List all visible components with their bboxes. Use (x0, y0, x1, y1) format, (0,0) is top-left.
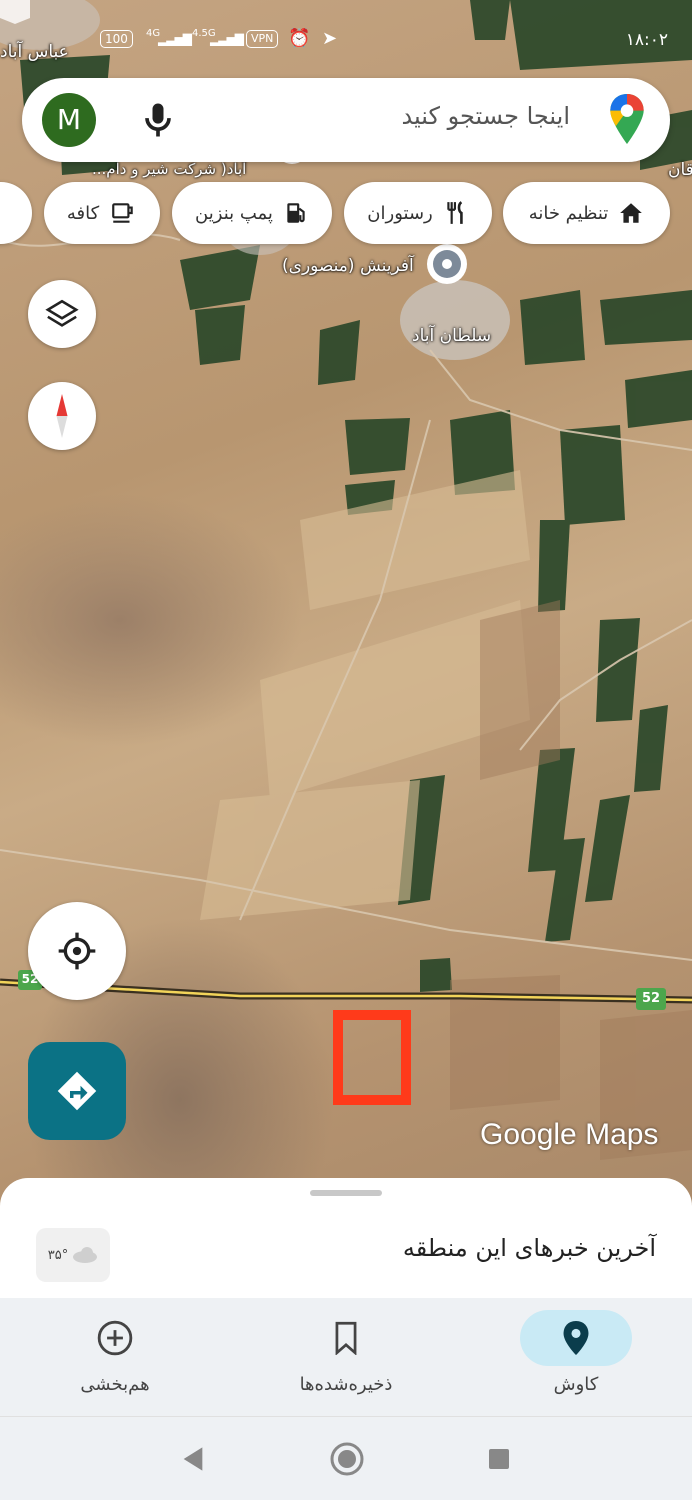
directions-icon (57, 1071, 97, 1111)
search-input[interactable]: اینجا جستجو کنید (401, 102, 570, 130)
gas-pump-icon (287, 203, 305, 223)
nav-explore[interactable]: کاوش (476, 1308, 676, 1408)
nav-contribute-label: هم‌بخشی (80, 1374, 150, 1395)
weather-chip[interactable]: ۳۵° (36, 1228, 110, 1282)
highlight-marker (333, 1010, 411, 1105)
news-title[interactable]: آخرین خبرهای این منطقه (403, 1234, 656, 1262)
chip-cafe[interactable]: کافه (44, 182, 160, 244)
layers-button[interactable] (28, 280, 96, 348)
vpn-badge: VPN (246, 30, 279, 48)
system-navigation-bar (0, 1417, 692, 1500)
map-label-edge: قان (668, 160, 692, 180)
chip-restaurant[interactable]: رستوران (344, 182, 492, 244)
chip-set-home[interactable]: تنظیم خانه (503, 182, 670, 244)
alarm-icon: ⏰ (288, 28, 311, 49)
back-icon[interactable] (180, 1445, 206, 1473)
directions-button[interactable] (28, 1042, 126, 1140)
status-bar: 100 4G ▂▃▅▇ 4.5G ▂▃▅▇ VPN ⏰ ➤ ۱۸:۰۲ (0, 26, 692, 58)
compass-icon (56, 394, 68, 438)
sheet-drag-handle[interactable] (310, 1190, 382, 1196)
chip-label-gas: پمپ بنزین (195, 202, 273, 224)
location-arrow-icon: ➤ (322, 28, 338, 49)
compass-button[interactable] (28, 382, 96, 450)
add-circle-icon (97, 1320, 133, 1356)
bottom-navigation: کاوش ذخیره‌شده‌ها هم‌بخشی (0, 1298, 692, 1417)
map-label-factory: آباد( شرکت شیر و دام... (92, 160, 247, 178)
home-circle-icon[interactable] (329, 1441, 365, 1477)
place-pin-icon (427, 244, 467, 284)
clock: ۱۸:۰۲ (625, 30, 668, 50)
nav-explore-label: کاوش (553, 1374, 599, 1395)
nav-saved[interactable]: ذخیره‌شده‌ها (246, 1308, 446, 1408)
cloud-icon (73, 1247, 98, 1263)
map-label-afarinesh[interactable]: آفرینش (منصوری) (282, 256, 414, 276)
home-icon (620, 203, 643, 223)
fork-knife-icon (447, 201, 463, 224)
nav-saved-label: ذخیره‌شده‌ها (299, 1374, 393, 1395)
avatar[interactable]: M (42, 93, 96, 147)
signal-icon-1: ▂▃▅▇ (158, 32, 192, 46)
layers-icon (45, 299, 79, 327)
coffee-cup-icon (112, 203, 133, 223)
google-maps-logo-icon (610, 94, 644, 144)
chip-label-cafe: کافه (66, 202, 100, 224)
chip-label-restaurant: رستوران (367, 202, 433, 224)
battery-indicator: 100 (100, 30, 133, 48)
location-pin-icon (563, 1321, 589, 1355)
map-label-soltan-abad[interactable]: سلطان آباد (412, 326, 491, 346)
chip-gas-station[interactable]: پمپ بنزین (172, 182, 332, 244)
nav-contribute-icon-wrap (59, 1310, 171, 1366)
nav-saved-icon-wrap (290, 1310, 402, 1366)
nav-contribute[interactable]: هم‌بخشی (15, 1308, 215, 1408)
bookmark-icon (335, 1321, 357, 1355)
nav-explore-active-pill (520, 1310, 632, 1366)
chip-label-home: تنظیم خانه (528, 202, 609, 224)
search-bar[interactable]: M اینجا جستجو کنید (22, 78, 670, 162)
weather-temp: ۳۵° (47, 1247, 69, 1263)
signal-icon-2: ▂▃▅▇ (210, 32, 244, 46)
road-shield-right: 52 (641, 991, 661, 1006)
recents-icon[interactable] (487, 1447, 511, 1471)
crosshair-icon (58, 932, 96, 970)
google-maps-watermark: Google Maps (480, 1118, 659, 1151)
my-location-button[interactable] (28, 902, 126, 1000)
microphone-icon[interactable] (136, 98, 180, 142)
